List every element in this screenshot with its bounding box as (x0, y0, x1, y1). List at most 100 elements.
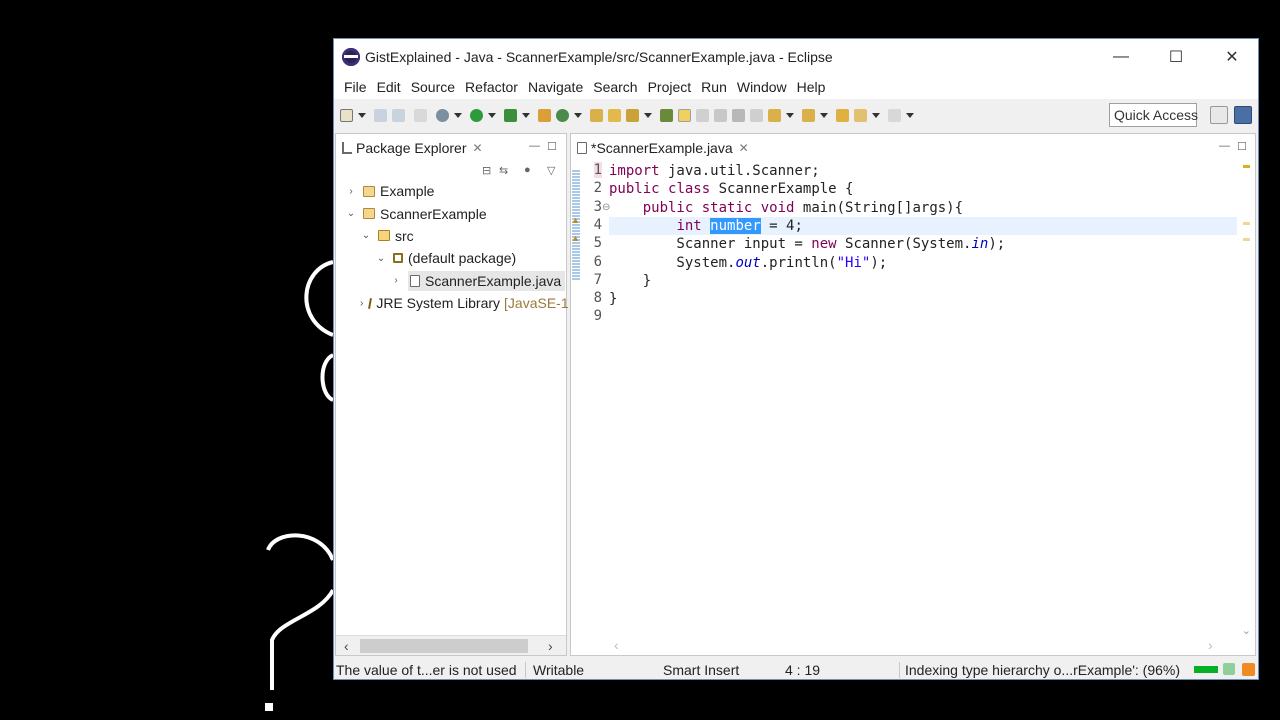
last-edit-location-icon[interactable] (836, 108, 849, 122)
close-button[interactable]: ✕ (1204, 39, 1260, 75)
maximize-button[interactable]: ☐ (1148, 39, 1204, 75)
next-annotation-dropdown-icon[interactable] (786, 112, 794, 118)
editor-horizontal-scrollbar[interactable]: ‹ › (608, 635, 1237, 655)
search-dropdown-icon[interactable] (644, 112, 652, 118)
new-class-icon[interactable] (556, 108, 569, 122)
close-view-icon[interactable]: ✕ (473, 141, 483, 155)
menu-navigate[interactable]: Navigate (523, 79, 588, 95)
minimize-button[interactable]: — (1093, 39, 1149, 75)
link-with-editor-icon[interactable]: ⇆ (499, 164, 508, 177)
focus-on-active-task-icon[interactable]: ● (524, 164, 531, 176)
forward-icon[interactable] (888, 108, 901, 122)
quick-access-field[interactable]: Quick Access (1109, 103, 1198, 127)
code-token: class (668, 181, 711, 198)
back-dropdown-icon[interactable] (872, 112, 880, 118)
status-background-job[interactable]: Indexing type hierarchy o...rExample': (… (905, 662, 1180, 678)
open-task-icon[interactable] (608, 108, 621, 122)
overview-occurrence-marker[interactable] (1243, 222, 1250, 225)
run-icon[interactable] (470, 108, 483, 122)
back-icon[interactable] (854, 108, 867, 122)
menu-source[interactable]: Source (406, 79, 460, 95)
overview-warning-marker[interactable] (1243, 165, 1250, 168)
editor-tab[interactable]: *ScannerExample.java ✕ (571, 134, 755, 162)
show-whitespace-icon[interactable] (714, 108, 727, 122)
collapse-icon[interactable]: ⌄ (360, 230, 372, 241)
tree-item-example[interactable]: › Example (336, 180, 566, 202)
code-line[interactable]: } (609, 272, 1237, 290)
maximize-editor-icon[interactable]: ☐ (1237, 140, 1247, 153)
menu-window[interactable]: Window (732, 79, 792, 95)
search-icon[interactable] (626, 108, 639, 122)
previous-annotation-dropdown-icon[interactable] (820, 112, 828, 118)
new-class-dropdown-icon[interactable] (574, 112, 582, 118)
external-tools-dropdown-icon[interactable] (522, 112, 530, 118)
menu-help[interactable]: Help (792, 79, 831, 95)
collapse-icon[interactable]: ⌄ (345, 208, 357, 219)
overview-ruler[interactable]: ⌄ (1237, 162, 1255, 637)
new-java-project-icon[interactable] (538, 108, 551, 122)
minimize-view-icon[interactable]: — (529, 140, 540, 152)
collapse-all-icon[interactable]: ⊟ (482, 164, 491, 177)
code-line[interactable]: public static void main(String[]args){ (609, 199, 1237, 217)
new-dropdown-icon[interactable] (358, 112, 366, 118)
code-line[interactable] (609, 308, 1237, 326)
show-source-icon[interactable] (732, 108, 745, 122)
menu-edit[interactable]: Edit (372, 79, 406, 95)
menu-run[interactable]: Run (696, 79, 732, 95)
forward-dropdown-icon[interactable] (906, 112, 914, 118)
code-line[interactable]: public class ScannerExample { (609, 180, 1237, 198)
tree-item-src[interactable]: ⌄ src (336, 225, 566, 247)
block-selection-icon[interactable] (696, 108, 709, 122)
scroll-left-icon[interactable]: ‹ (614, 635, 619, 655)
menu-refactor[interactable]: Refactor (460, 79, 523, 95)
code-area[interactable]: ▲ ▲ 1 2 3 4 5 6 7 8 9 ⊖ import java.util… (571, 162, 1255, 637)
external-tools-icon[interactable] (504, 108, 517, 122)
code-line[interactable]: int number = 4; (609, 216, 1237, 236)
code-line[interactable]: import java.util.Scanner; (609, 162, 1237, 180)
toggle-word-wrap-icon[interactable] (678, 108, 691, 122)
open-perspective-icon[interactable] (1210, 106, 1228, 124)
next-annotation-icon[interactable] (768, 108, 781, 122)
open-type-icon[interactable] (590, 108, 603, 122)
collapse-icon[interactable]: ⌄ (375, 253, 387, 264)
menu-file[interactable]: File (339, 79, 372, 95)
tree-item-scannerexample[interactable]: ⌄ ScannerExample (336, 202, 566, 224)
rss-feed-icon[interactable] (1242, 663, 1255, 676)
toggle-breakpoint-icon[interactable] (414, 108, 427, 122)
expand-icon[interactable]: › (390, 275, 402, 286)
debug-icon[interactable] (436, 108, 449, 122)
code-line[interactable]: System.out.println("Hi"); (609, 254, 1237, 272)
menu-search[interactable]: Search (588, 79, 642, 95)
package-explorer-tab[interactable]: Package Explorer ✕ (336, 134, 483, 162)
scrollbar-thumb[interactable] (360, 639, 528, 653)
paragraph-icon[interactable] (750, 108, 763, 122)
tree-item-jre-library[interactable]: › JRE System Library [JavaSE-1 (336, 292, 569, 314)
expand-icon[interactable]: › (345, 186, 357, 197)
scroll-left-icon[interactable]: ‹ (344, 636, 349, 656)
save-all-icon[interactable] (392, 108, 405, 122)
scroll-down-icon[interactable]: ⌄ (1242, 624, 1251, 637)
scroll-right-icon[interactable]: › (1208, 635, 1213, 655)
scroll-right-icon[interactable]: › (548, 636, 553, 656)
save-icon[interactable] (374, 108, 387, 122)
maximize-view-icon[interactable]: ☐ (547, 140, 557, 153)
menu-project[interactable]: Project (643, 79, 697, 95)
toggle-mark-occurrences-icon[interactable] (660, 108, 673, 122)
java-perspective-icon[interactable] (1234, 106, 1252, 124)
view-menu-icon[interactable]: ▽ (547, 164, 555, 177)
tree-item-default-package[interactable]: ⌄ (default package) (336, 247, 566, 269)
minimize-editor-icon[interactable]: — (1219, 140, 1230, 152)
overview-occurrence-marker[interactable] (1243, 238, 1250, 241)
job-progress-bar[interactable] (1194, 666, 1218, 673)
debug-dropdown-icon[interactable] (454, 112, 462, 118)
tree-item-scannerexample-java[interactable]: › ScannerExample.java (336, 270, 566, 292)
expand-icon[interactable]: › (360, 298, 363, 309)
run-dropdown-icon[interactable] (488, 112, 496, 118)
horizontal-scrollbar[interactable]: ‹ › (336, 635, 566, 655)
code-line[interactable]: Scanner input = new Scanner(System.in); (609, 235, 1237, 253)
progress-view-icon[interactable] (1223, 663, 1235, 675)
close-editor-icon[interactable]: ✕ (739, 141, 749, 155)
new-icon[interactable] (340, 108, 353, 122)
previous-annotation-icon[interactable] (802, 108, 815, 122)
code-line[interactable]: } (609, 290, 1237, 308)
